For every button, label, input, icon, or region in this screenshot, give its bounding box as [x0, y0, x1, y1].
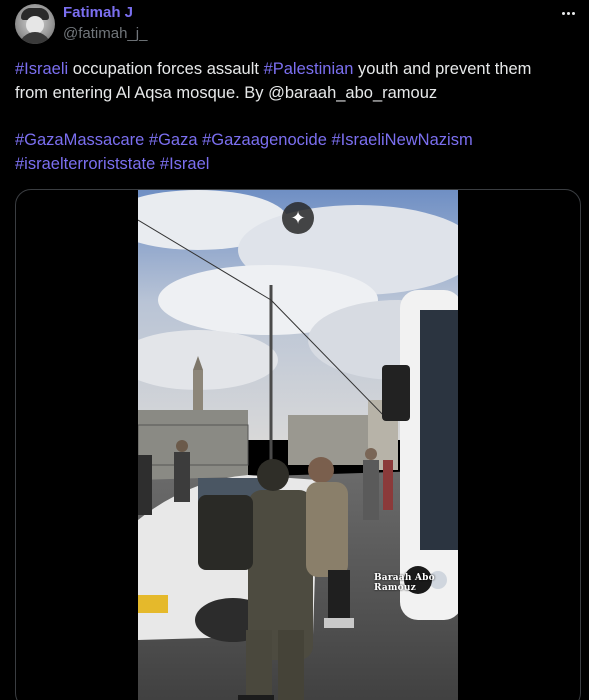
person	[363, 460, 379, 520]
person-head	[365, 448, 377, 460]
hashtag-palestinian[interactable]: #Palestinian	[264, 60, 354, 78]
video-watermark: Baraah Abo Ramouz	[374, 573, 435, 593]
soldier-backpack	[198, 495, 253, 570]
youth-leg	[328, 570, 350, 625]
soldier-head	[257, 459, 289, 491]
avatar[interactable]	[15, 4, 55, 44]
more-horizontal-icon	[561, 11, 565, 15]
video-frame: 25-64	[138, 190, 458, 700]
tweet-line-2: from entering Al Aqsa mosque. By @baraah…	[15, 84, 438, 102]
more-dot	[571, 11, 575, 15]
soldier-boot	[238, 695, 274, 700]
sparkle-icon[interactable]: ✦	[282, 202, 314, 234]
more-options-button[interactable]	[557, 2, 579, 24]
person	[174, 452, 190, 502]
tweet-text-segment: occupation forces assault	[68, 60, 264, 78]
tweet-text-segment: youth and prevent them	[353, 60, 532, 78]
person-head	[176, 440, 188, 452]
tweet-line-4: #israelterroriststate #Israel	[15, 152, 580, 176]
hashtag-israelterroriststate[interactable]: #israelterroriststate	[15, 155, 155, 173]
hashtag-gaza[interactable]: #Gaza	[149, 131, 198, 149]
person	[138, 455, 152, 515]
youth-shoe	[324, 618, 354, 628]
bus-mirror	[382, 365, 410, 421]
video-player[interactable]: 25-64 Baraah Abo Ramouz	[138, 190, 458, 700]
hashtag-gazaagenocide[interactable]: #Gazaagenocide	[202, 131, 327, 149]
media-container[interactable]: 25-64 Baraah Abo Ramouz ✦	[15, 189, 581, 700]
tweet-line-1: #Israeli occupation forces assault #Pale…	[15, 57, 580, 81]
tweet-line-3: #GazaMassacare #Gaza #Gazaagenocide #Isr…	[15, 128, 580, 152]
more-dot	[566, 11, 570, 15]
hashtag-israeli[interactable]: #Israeli	[15, 60, 68, 78]
person	[383, 460, 393, 510]
soldier-leg	[246, 630, 272, 700]
hashtag-israel[interactable]: #Israel	[160, 155, 210, 173]
hashtag-gazamassacare[interactable]: #GazaMassacare	[15, 131, 144, 149]
author-display-name[interactable]: Fatimah J	[63, 4, 133, 21]
bus-window	[420, 310, 458, 550]
tweet-post: Fatimah J @fatimah_j_ #Israeli occupatio…	[0, 0, 589, 700]
tweet-text: #Israeli occupation forces assault #Pale…	[15, 57, 580, 176]
author-handle[interactable]: @fatimah_j_	[63, 25, 147, 42]
license-plate	[138, 595, 168, 613]
youth-head	[308, 457, 334, 483]
youth-body	[306, 482, 348, 577]
hashtag-israelinewnazism[interactable]: #IsraeliNewNazism	[331, 131, 472, 149]
soldier-leg	[278, 630, 304, 700]
building	[138, 410, 248, 480]
avatar-body	[19, 32, 51, 44]
